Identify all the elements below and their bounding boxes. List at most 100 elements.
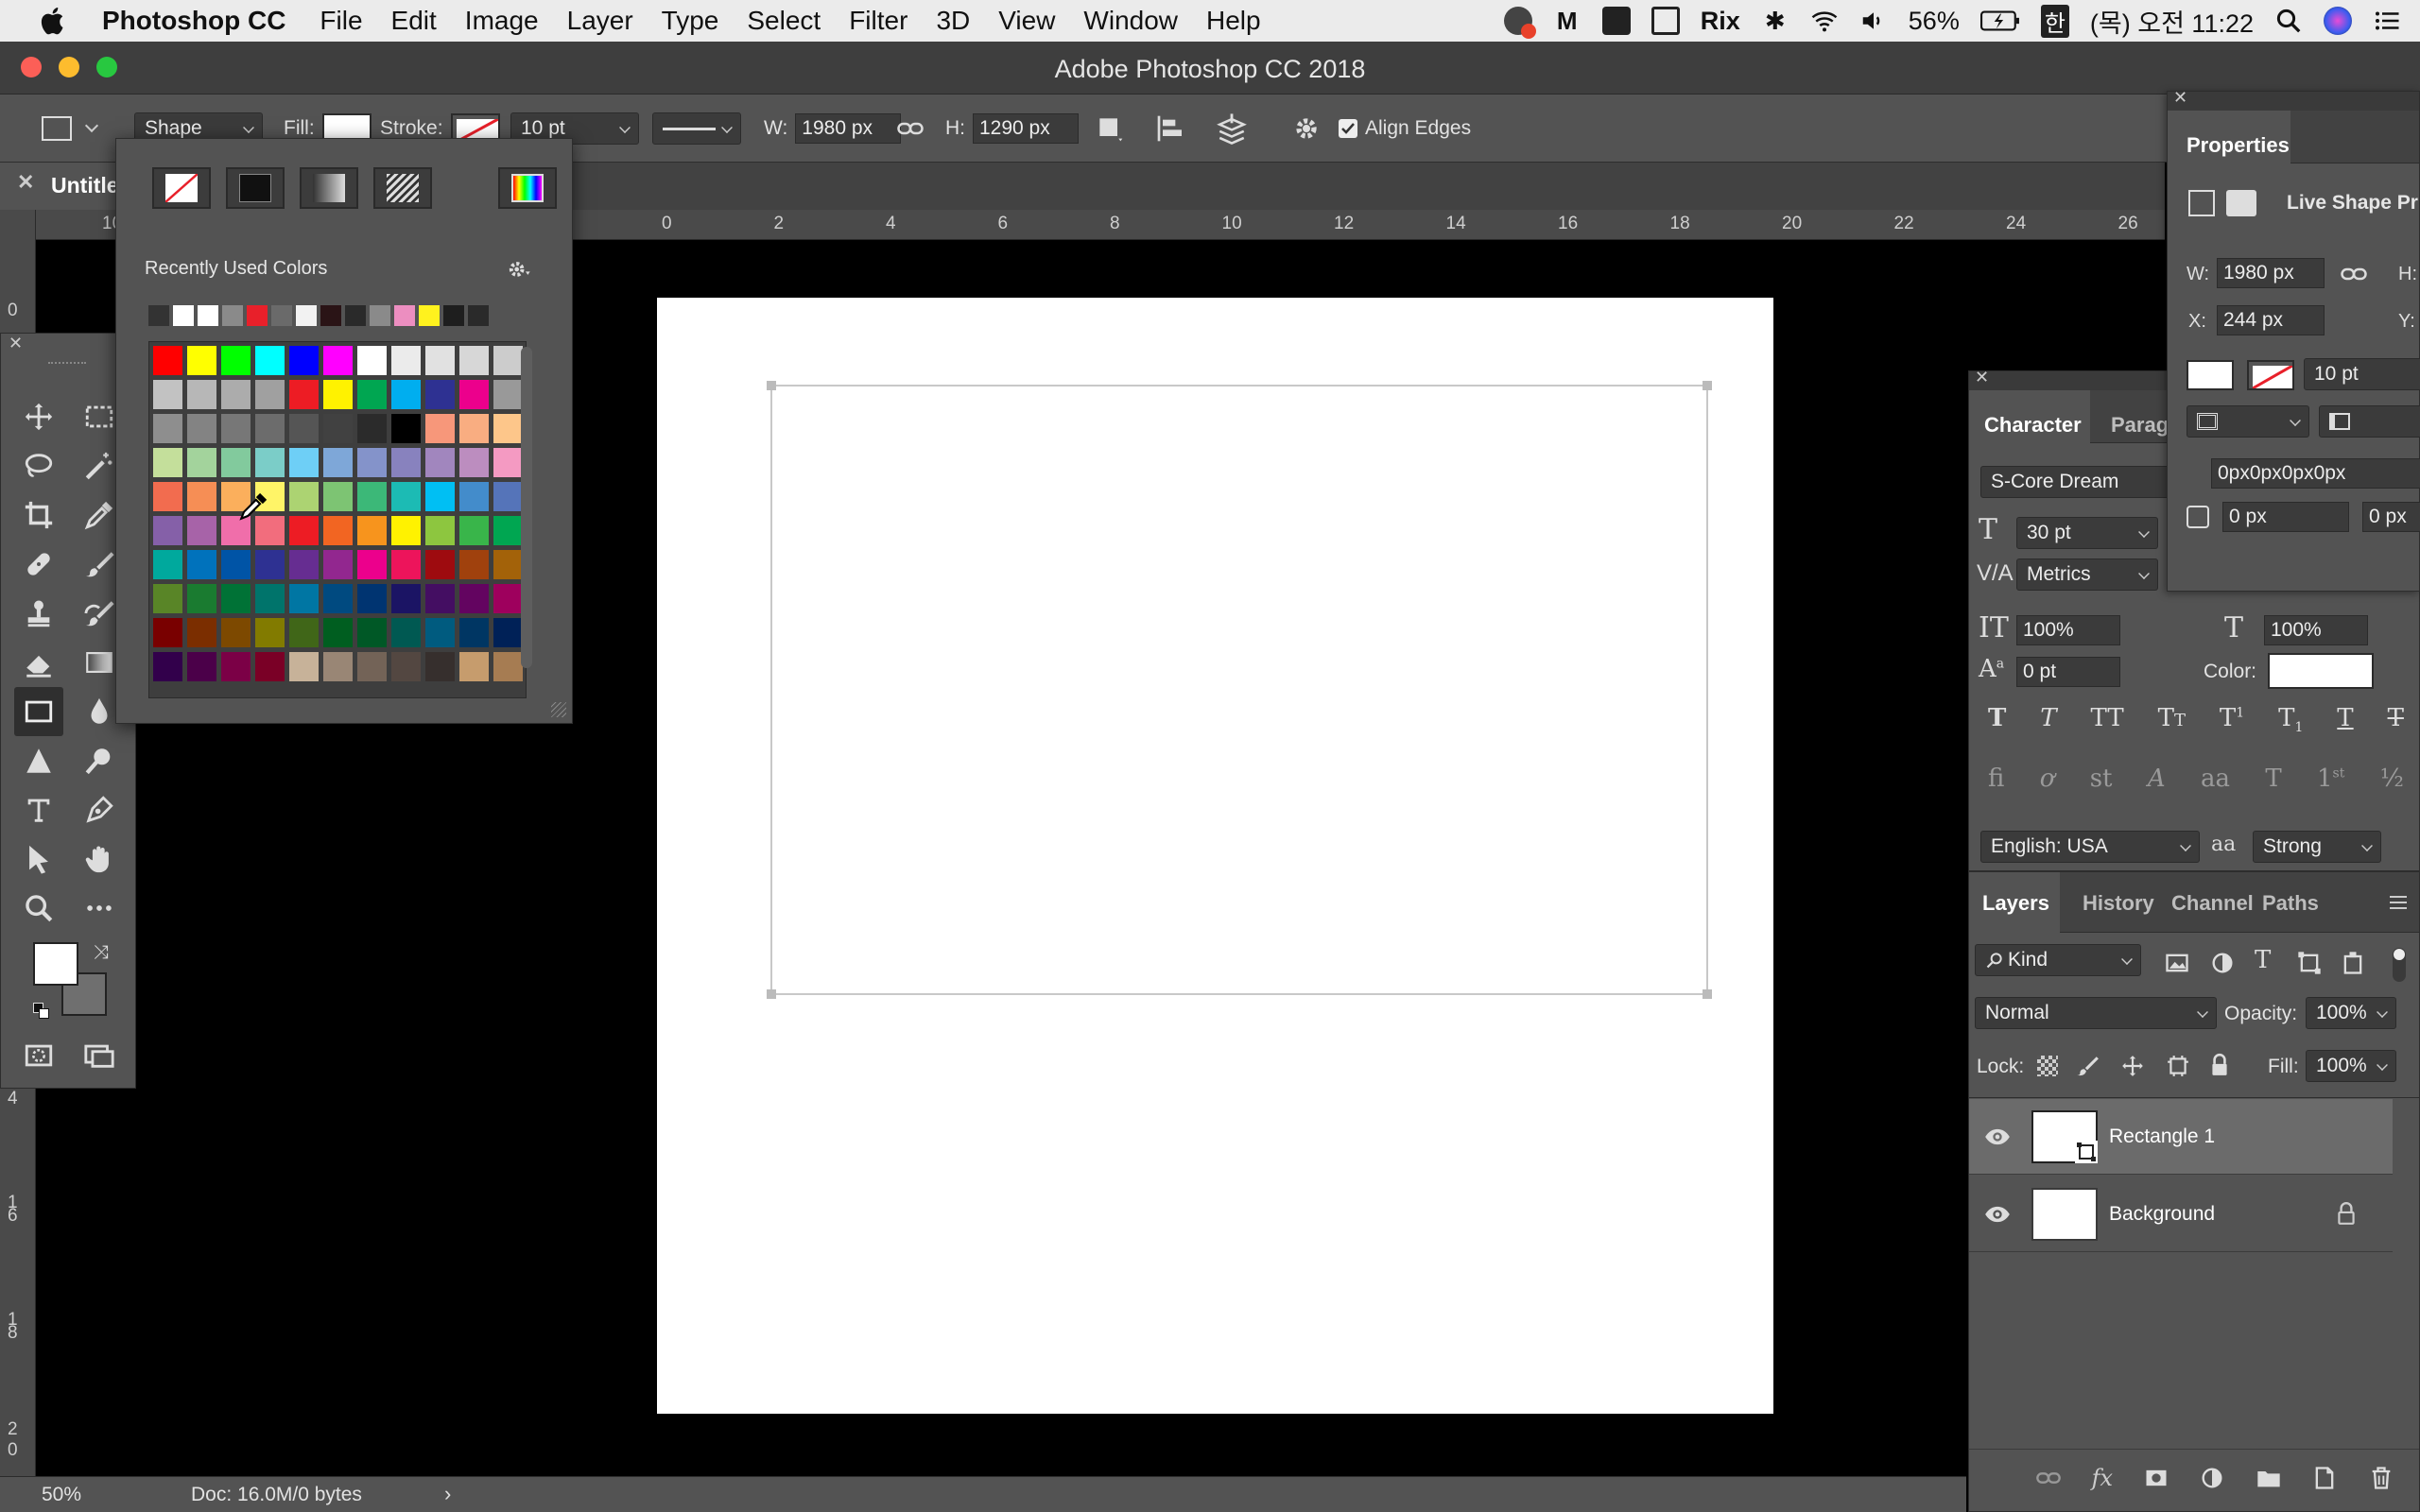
color-swatch[interactable]	[459, 618, 489, 647]
layer-style-icon[interactable]: fx	[2092, 1465, 2113, 1491]
hand-tool[interactable]	[78, 838, 120, 880]
color-swatch[interactable]	[323, 550, 353, 579]
zoom-tool[interactable]	[18, 887, 60, 929]
color-swatch[interactable]	[153, 346, 182, 375]
tab-properties[interactable]: Properties	[2187, 133, 2290, 158]
color-swatch[interactable]	[459, 448, 489, 477]
recent-color-swatch[interactable]	[345, 305, 366, 326]
color-swatch[interactable]	[459, 380, 489, 409]
color-swatch[interactable]	[153, 380, 182, 409]
small-caps-button[interactable]: TT	[2158, 704, 2186, 746]
rectangle-tool[interactable]	[14, 687, 63, 736]
menu-view[interactable]: View	[998, 6, 1055, 36]
path-selection-tool[interactable]	[18, 740, 60, 782]
color-swatch[interactable]	[221, 618, 251, 647]
old-style-button[interactable]: ơ	[2040, 765, 2055, 806]
path-operations-icon[interactable]	[1095, 113, 1125, 144]
color-swatch[interactable]	[357, 618, 387, 647]
layer-filter-select[interactable]: Kind	[1975, 944, 2141, 976]
marquee-tool[interactable]	[78, 396, 120, 438]
color-swatch[interactable]	[187, 652, 216, 681]
color-swatch[interactable]	[357, 652, 387, 681]
blur-tool[interactable]	[78, 691, 120, 732]
kerning-select[interactable]: Metrics	[2016, 558, 2158, 591]
swap-colors-icon[interactable]: ⤨	[94, 942, 109, 964]
prop-stroke-width-input[interactable]: 10 pt	[2304, 358, 2420, 390]
healing-brush-tool[interactable]	[18, 543, 60, 585]
path-arrangement-icon[interactable]	[1216, 112, 1248, 145]
recent-color-swatch[interactable]	[320, 305, 341, 326]
siri-icon[interactable]	[2324, 7, 2352, 35]
menu-type[interactable]: Type	[662, 6, 719, 36]
color-swatch[interactable]	[323, 414, 353, 443]
no-color-button[interactable]	[152, 167, 211, 209]
close-panel-icon[interactable]: ✕	[1975, 368, 1989, 387]
color-swatch[interactable]	[289, 584, 319, 613]
color-swatch[interactable]	[425, 448, 455, 477]
type-tool[interactable]	[18, 789, 60, 831]
color-swatch[interactable]	[187, 618, 216, 647]
color-swatch[interactable]	[289, 448, 319, 477]
default-colors-icon[interactable]	[33, 1003, 50, 1020]
color-swatch[interactable]	[357, 584, 387, 613]
color-swatch[interactable]	[391, 448, 421, 477]
ordinals-button[interactable]: 1st	[2317, 765, 2344, 806]
color-swatch[interactable]	[255, 618, 285, 647]
align-edges-checkbox[interactable]	[1339, 119, 1357, 138]
messenger-icon[interactable]	[1503, 7, 1536, 39]
text-color-swatch[interactable]	[2268, 653, 2374, 689]
color-swatch[interactable]	[221, 550, 251, 579]
visibility-eye-icon[interactable]	[1984, 1124, 2011, 1150]
color-swatch[interactable]	[255, 346, 285, 375]
bluetooth-icon[interactable]: ✱	[1761, 7, 1789, 35]
wifi-icon[interactable]	[1810, 7, 1839, 35]
corner-radius-all-input[interactable]: 0px0px0px0px	[2211, 458, 2420, 489]
link-layers-icon[interactable]	[2035, 1465, 2062, 1491]
color-swatch[interactable]	[425, 380, 455, 409]
pen-tool[interactable]	[78, 789, 120, 831]
all-caps-button[interactable]: TT	[2091, 704, 2124, 746]
delete-layer-icon[interactable]	[2368, 1465, 2394, 1491]
rectangle-shape[interactable]	[767, 381, 1712, 999]
color-swatch[interactable]	[357, 550, 387, 579]
color-swatch[interactable]	[187, 346, 216, 375]
crop-tool[interactable]	[18, 494, 60, 536]
recent-color-swatch[interactable]	[419, 305, 440, 326]
color-swatch[interactable]	[493, 618, 523, 647]
faux-bold-button[interactable]: T	[1988, 704, 2006, 746]
color-swatch[interactable]	[153, 550, 182, 579]
color-swatch[interactable]	[187, 448, 216, 477]
clone-stamp-tool[interactable]	[18, 593, 60, 634]
close-tools-icon[interactable]: ✕	[9, 334, 23, 353]
volume-icon[interactable]	[1859, 7, 1888, 35]
m-app-icon[interactable]: M	[1553, 7, 1582, 35]
link-dimensions-icon[interactable]	[896, 114, 925, 143]
antialias-select[interactable]: Strong	[2253, 831, 2381, 863]
opacity-input[interactable]: 100%	[2306, 997, 2396, 1029]
baseline-shift-input[interactable]: 0 pt	[2016, 657, 2120, 687]
recent-color-swatch[interactable]	[247, 305, 268, 326]
prop-w-input[interactable]: 1980 px	[2217, 258, 2325, 288]
color-swatch[interactable]	[187, 584, 216, 613]
new-layer-icon[interactable]	[2311, 1465, 2338, 1491]
menu-help[interactable]: Help	[1206, 6, 1261, 36]
faux-italic-button[interactable]: T	[2040, 704, 2056, 746]
prop-stroke-swatch[interactable]	[2247, 360, 2294, 390]
zoom-level[interactable]: 50%	[42, 1484, 81, 1506]
stroke-caps-select[interactable]	[2319, 405, 2420, 438]
color-swatch[interactable]	[323, 380, 353, 409]
color-swatch[interactable]	[459, 414, 489, 443]
font-size-input[interactable]: 30 pt	[2016, 517, 2158, 549]
solid-color-button[interactable]	[226, 167, 285, 209]
color-swatch[interactable]	[289, 414, 319, 443]
new-group-icon[interactable]	[2256, 1465, 2282, 1491]
width-input[interactable]: 1980 px	[795, 113, 902, 144]
discretionary-ligatures-button[interactable]: st	[2090, 765, 2113, 806]
lock-position-icon[interactable]	[2120, 1054, 2145, 1078]
layer-row[interactable]: Rectangle 1	[1969, 1099, 2393, 1175]
stroke-align-select[interactable]	[2187, 405, 2309, 438]
color-swatch[interactable]	[187, 482, 216, 511]
vertical-scale-input[interactable]: 100%	[2016, 615, 2120, 645]
gradient-button[interactable]	[300, 167, 358, 209]
color-picker-button[interactable]	[498, 167, 557, 209]
